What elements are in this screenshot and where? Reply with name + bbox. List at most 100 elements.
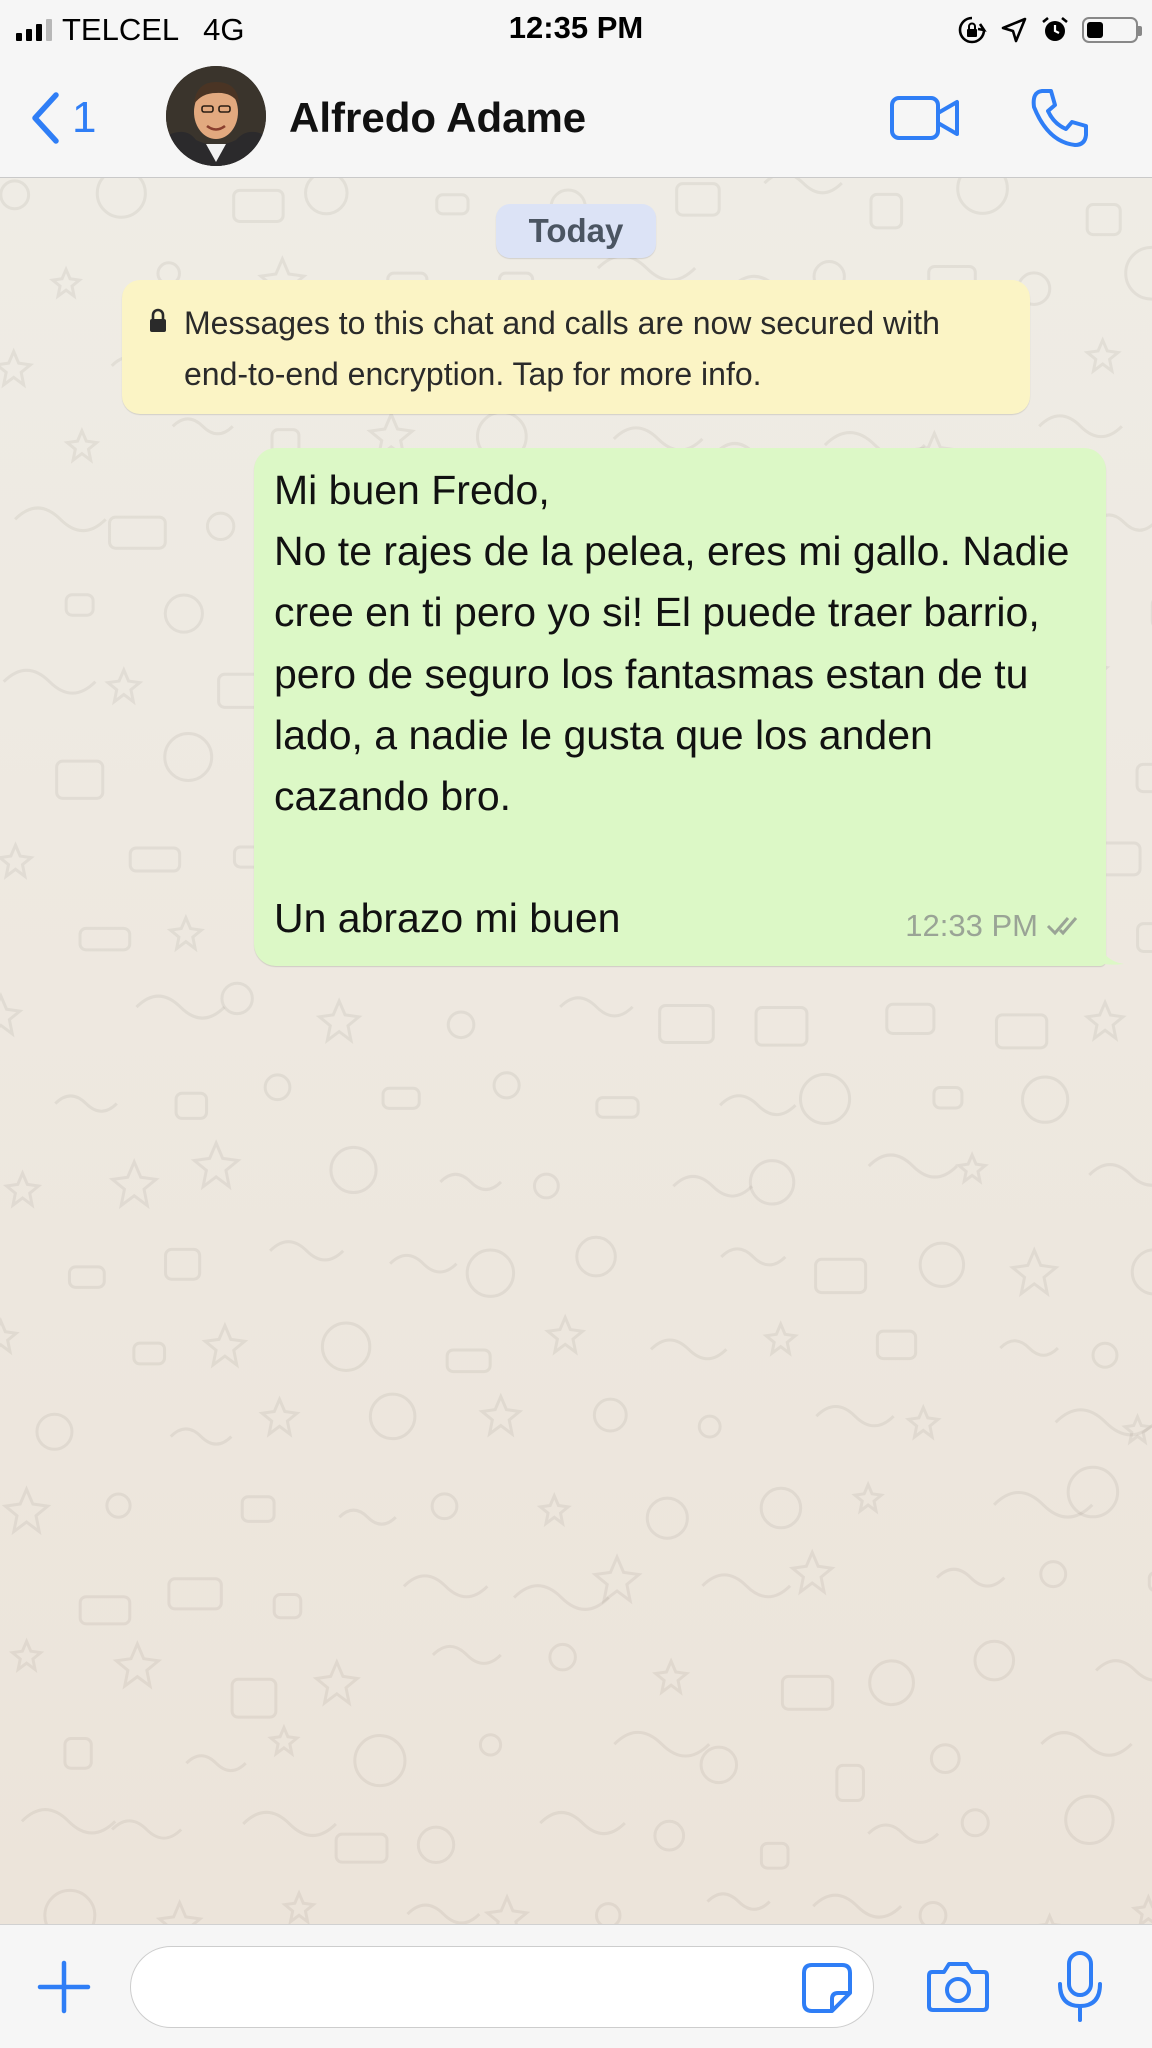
wallpaper-doodle: [798, 1072, 852, 1126]
wallpaper-doodle: [885, 1002, 936, 1035]
wallpaper-doodle: [8, 1637, 45, 1674]
wallpaper-doodle: [0, 992, 24, 1038]
wallpaper-doodle: [435, 193, 470, 216]
wallpaper-doodle: [612, 426, 704, 452]
phone-call-icon: [1031, 89, 1088, 147]
video-call-icon: [890, 96, 959, 140]
wallpaper-doodle: [368, 1392, 417, 1441]
input-bar: [0, 1924, 1152, 2048]
wallpaper-doodle: [353, 1734, 407, 1788]
wallpaper-doodle: [697, 1414, 722, 1439]
voice-message-button[interactable]: [1048, 1943, 1112, 2031]
wallpaper-doodle: [232, 188, 285, 223]
chevron-left-icon: [32, 92, 59, 144]
wallpaper-doodle: [918, 1901, 948, 1924]
wallpaper-doodle: [329, 1145, 378, 1195]
wallpaper-doodle: [1066, 1465, 1120, 1519]
wallpaper-doodle: [868, 1659, 915, 1707]
chat-area[interactable]: Today Messages to this chat and calls ar…: [0, 178, 1152, 1924]
wallpaper-doodle: [815, 1405, 895, 1428]
wallpaper-doodle: [559, 996, 634, 1018]
wallpaper-doodle: [43, 1888, 97, 1924]
wallpaper-doodle: [112, 1640, 163, 1690]
date-separator: Today: [496, 204, 656, 258]
attach-button[interactable]: [32, 1953, 96, 2021]
battery-icon: [1082, 17, 1142, 43]
status-bar: TELCEL 4G 12:35 PM: [0, 0, 1152, 58]
wallpaper-doodle: [63, 1737, 93, 1770]
message-bubble-outgoing[interactable]: Mi buen Fredo, No te rajes de la pelea, …: [254, 448, 1106, 966]
alarm-clock-icon: [1042, 16, 1068, 41]
wallpaper-doodle: [748, 1159, 796, 1206]
wallpaper-doodle: [78, 1595, 132, 1626]
location-arrow-icon: [1001, 17, 1027, 43]
wallpaper-doodle: [869, 192, 904, 230]
wallpaper-doodle: [675, 182, 721, 217]
wallpaper-doodle: [1008, 1246, 1060, 1298]
wallpaper-doodle: [762, 1320, 799, 1357]
wallpaper-doodle: [108, 515, 167, 550]
wallpaper-doodle: [406, 1903, 481, 1924]
wallpaper-doodle: [706, 1892, 771, 1911]
wallpaper-doodle: [754, 1005, 809, 1047]
video-call-button[interactable]: [882, 82, 968, 154]
wallpaper-doodle: [575, 1235, 617, 1278]
voice-call-button[interactable]: [1016, 82, 1102, 154]
message-input[interactable]: [130, 1946, 874, 2028]
wallpaper-doodle: [132, 1341, 167, 1366]
wallpaper-doodle: [1039, 1560, 1068, 1589]
wallpaper-doodle: [54, 1094, 118, 1113]
wallpaper-doodle: [315, 997, 363, 1045]
contact-name[interactable]: Alfredo Adame: [289, 86, 586, 150]
wallpaper-doodle: [445, 1348, 492, 1374]
wallpaper-doodle: [956, 178, 1009, 215]
wallpaper-doodle: [652, 1657, 691, 1696]
wallpaper-doodle: [338, 1508, 397, 1526]
wallpaper-doodle: [596, 254, 697, 282]
wallpaper-doodle: [478, 1392, 524, 1438]
wallpaper-doodle: [1136, 922, 1152, 954]
wallpaper-doodle: [166, 913, 205, 953]
wallpaper-doodle: [994, 1013, 1049, 1050]
wallpaper-doodle: [190, 1139, 242, 1191]
wallpaper-doodle: [653, 1819, 686, 1852]
wallpaper-doodle: [312, 1658, 361, 1707]
back-button[interactable]: 1: [30, 86, 96, 150]
wallpaper-doodle: [592, 1397, 628, 1433]
sticker-button[interactable]: [796, 1959, 858, 2017]
lock-icon: [150, 308, 166, 332]
wallpaper-doodle: [2, 668, 97, 695]
wallpaper-doodle: [35, 1412, 74, 1451]
wallpaper-doodle: [973, 1639, 1016, 1682]
wallpaper-doodle: [867, 1823, 940, 1844]
wallpaper-doodle: [258, 1395, 301, 1438]
wallpaper-doodle: [169, 1427, 233, 1446]
wallpaper-doodle: [402, 1574, 489, 1599]
camera-button[interactable]: [922, 1951, 994, 2021]
wallpaper-doodle: [875, 1329, 918, 1361]
avatar[interactable]: [166, 66, 266, 166]
wallpaper-doodle: [904, 1403, 942, 1441]
wallpaper-doodle: [1135, 762, 1152, 794]
wallpaper-doodle: [230, 1677, 278, 1719]
wallpaper-doodle: [1083, 336, 1122, 375]
wallpaper-doodle: [67, 1265, 106, 1289]
wallpaper-doodle: [935, 1567, 1006, 1588]
wallpaper-doodle: [205, 511, 236, 542]
wallpaper-doodle: [759, 1841, 790, 1870]
encryption-notice-text: Messages to this chat and calls are now …: [184, 305, 940, 392]
wallpaper-doodle: [835, 1763, 865, 1803]
wallpaper-doodle: [1040, 1731, 1133, 1757]
wallpaper-doodle: [0, 347, 34, 389]
wallpaper-doodle: [960, 1808, 990, 1838]
wallpaper-doodle: [649, 1338, 728, 1361]
wallpaper-doodle: [320, 1321, 372, 1372]
wallpaper-doodle: [0, 179, 31, 211]
wallpaper-doodle: [1088, 1163, 1152, 1187]
wallpaper-doodle: [993, 1490, 1094, 1519]
encryption-notice[interactable]: Messages to this chat and calls are now …: [122, 280, 1030, 414]
wallpaper-doodle: [220, 981, 254, 1016]
message-meta: 12:33 PM: [905, 895, 1086, 956]
wallpaper-doodle: [1085, 203, 1122, 237]
wallpaper-doodle: [430, 1492, 459, 1521]
